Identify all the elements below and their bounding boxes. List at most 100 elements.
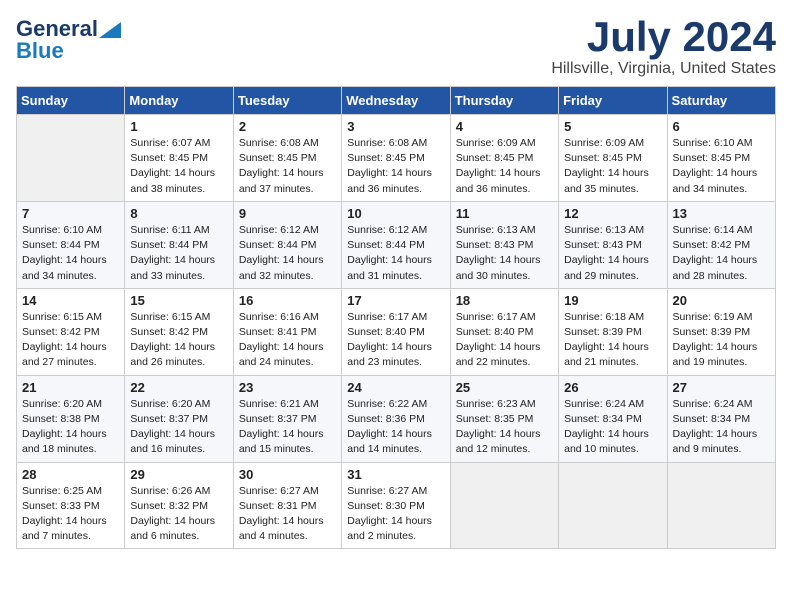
sunrise-label: Sunrise: 6:19 AM xyxy=(673,311,753,323)
day-number: 6 xyxy=(673,119,770,134)
calendar-cell: 1Sunrise: 6:07 AMSunset: 8:45 PMDaylight… xyxy=(125,115,233,202)
day-info: Sunrise: 6:20 AMSunset: 8:38 PMDaylight:… xyxy=(22,397,119,458)
day-number: 5 xyxy=(564,119,661,134)
sunrise-label: Sunrise: 6:25 AM xyxy=(22,485,102,497)
day-info: Sunrise: 6:10 AMSunset: 8:45 PMDaylight:… xyxy=(673,136,770,197)
day-info: Sunrise: 6:10 AMSunset: 8:44 PMDaylight:… xyxy=(22,223,119,284)
calendar-cell: 10Sunrise: 6:12 AMSunset: 8:44 PMDayligh… xyxy=(342,201,450,288)
daylight-minutes: and 10 minutes. xyxy=(564,443,639,455)
day-number: 8 xyxy=(130,206,227,221)
sunrise-label: Sunrise: 6:21 AM xyxy=(239,398,319,410)
sunset-label: Sunset: 8:44 PM xyxy=(347,239,425,251)
day-number: 2 xyxy=(239,119,336,134)
day-info: Sunrise: 6:20 AMSunset: 8:37 PMDaylight:… xyxy=(130,397,227,458)
sunset-label: Sunset: 8:44 PM xyxy=(130,239,208,251)
sunset-label: Sunset: 8:45 PM xyxy=(673,152,751,164)
calendar-cell xyxy=(667,462,775,549)
daylight-label: Daylight: 14 hours xyxy=(239,428,324,440)
daylight-label: Daylight: 14 hours xyxy=(239,341,324,353)
calendar-cell xyxy=(559,462,667,549)
day-info: Sunrise: 6:13 AMSunset: 8:43 PMDaylight:… xyxy=(456,223,553,284)
daylight-label: Daylight: 14 hours xyxy=(130,341,215,353)
day-info: Sunrise: 6:09 AMSunset: 8:45 PMDaylight:… xyxy=(564,136,661,197)
sunset-label: Sunset: 8:42 PM xyxy=(673,239,751,251)
day-info: Sunrise: 6:16 AMSunset: 8:41 PMDaylight:… xyxy=(239,310,336,371)
sunset-label: Sunset: 8:38 PM xyxy=(22,413,100,425)
title-area: July 2024 Hillsville, Virginia, United S… xyxy=(551,16,776,78)
daylight-label: Daylight: 14 hours xyxy=(239,167,324,179)
daylight-minutes: and 19 minutes. xyxy=(673,356,748,368)
daylight-minutes: and 34 minutes. xyxy=(673,183,748,195)
calendar-cell: 25Sunrise: 6:23 AMSunset: 8:35 PMDayligh… xyxy=(450,375,558,462)
daylight-label: Daylight: 14 hours xyxy=(22,428,107,440)
calendar-week-row: 21Sunrise: 6:20 AMSunset: 8:38 PMDayligh… xyxy=(17,375,776,462)
sunset-label: Sunset: 8:31 PM xyxy=(239,500,317,512)
column-header-thursday: Thursday xyxy=(450,87,558,115)
calendar-table: SundayMondayTuesdayWednesdayThursdayFrid… xyxy=(16,86,776,549)
daylight-minutes: and 12 minutes. xyxy=(456,443,531,455)
calendar-cell: 12Sunrise: 6:13 AMSunset: 8:43 PMDayligh… xyxy=(559,201,667,288)
calendar-cell: 20Sunrise: 6:19 AMSunset: 8:39 PMDayligh… xyxy=(667,288,775,375)
sunset-label: Sunset: 8:34 PM xyxy=(564,413,642,425)
sunrise-label: Sunrise: 6:18 AM xyxy=(564,311,644,323)
calendar-cell: 4 Sunrise: 6:09 AMSunset: 8:45 PMDaylight… xyxy=(450,115,558,202)
calendar-cell: 28Sunrise: 6:25 AMSunset: 8:33 PMDayligh… xyxy=(17,462,125,549)
day-info: Sunrise: 6:24 AMSunset: 8:34 PMDaylight:… xyxy=(673,397,770,458)
calendar-cell: 24Sunrise: 6:22 AMSunset: 8:36 PMDayligh… xyxy=(342,375,450,462)
column-header-monday: Monday xyxy=(125,87,233,115)
day-info: Sunrise: 6:27 AMSunset: 8:30 PMDaylight:… xyxy=(347,484,444,545)
day-number: 21 xyxy=(22,380,119,395)
day-info: Sunrise: 6:21 AMSunset: 8:37 PMDaylight:… xyxy=(239,397,336,458)
sunrise-label: Sunrise: 6:14 AM xyxy=(673,224,753,236)
calendar-cell: 14Sunrise: 6:15 AMSunset: 8:42 PMDayligh… xyxy=(17,288,125,375)
sunset-label: Sunset: 8:35 PM xyxy=(456,413,534,425)
day-number: 12 xyxy=(564,206,661,221)
sunrise-label: Sunrise: 6:27 AM xyxy=(239,485,319,497)
page-header: General Blue July 2024 Hillsville, Virgi… xyxy=(16,16,776,78)
sunrise-label: Sunrise: 6:17 AM xyxy=(456,311,536,323)
day-number: 15 xyxy=(130,293,227,308)
sunset-label: Sunset: 8:40 PM xyxy=(347,326,425,338)
daylight-label: Daylight: 14 hours xyxy=(673,254,758,266)
daylight-minutes: and 36 minutes. xyxy=(347,183,422,195)
daylight-label: Daylight: 14 hours xyxy=(347,428,432,440)
sunrise-label: Sunrise: 6:13 AM xyxy=(564,224,644,236)
sunset-label: Sunset: 8:36 PM xyxy=(347,413,425,425)
sunrise-label: Sunrise: 6:20 AM xyxy=(130,398,210,410)
daylight-label: Daylight: 14 hours xyxy=(673,341,758,353)
daylight-minutes: and 35 minutes. xyxy=(564,183,639,195)
daylight-label: Daylight: 14 hours xyxy=(239,515,324,527)
daylight-minutes: and 24 minutes. xyxy=(239,356,314,368)
day-info: Sunrise: 6:09 AMSunset: 8:45 PMDaylight:… xyxy=(456,136,553,197)
day-info: Sunrise: 6:22 AMSunset: 8:36 PMDaylight:… xyxy=(347,397,444,458)
day-info: Sunrise: 6:17 AMSunset: 8:40 PMDaylight:… xyxy=(347,310,444,371)
day-info: Sunrise: 6:27 AM Sunset: 8:31 PM Daylight:… xyxy=(239,484,336,545)
sunset-label: Sunset: 8:42 PM xyxy=(130,326,208,338)
day-info: Sunrise: 6:25 AMSunset: 8:33 PMDaylight:… xyxy=(22,484,119,545)
calendar-cell: 23Sunrise: 6:21 AMSunset: 8:37 PMDayligh… xyxy=(233,375,341,462)
day-number: 7 xyxy=(22,206,119,221)
daylight-label: Daylight: 14 hours xyxy=(347,167,432,179)
column-header-sunday: Sunday xyxy=(17,87,125,115)
day-number: 4 xyxy=(456,119,553,134)
day-info: Sunrise: 6:15 AMSunset: 8:42 PMDaylight:… xyxy=(130,310,227,371)
day-info: Sunrise: 6:12 AMSunset: 8:44 PMDaylight:… xyxy=(347,223,444,284)
calendar-cell xyxy=(450,462,558,549)
sunset-label: Sunset: 8:42 PM xyxy=(22,326,100,338)
calendar-cell: 3Sunrise: 6:08 AMSunset: 8:45 PMDaylight… xyxy=(342,115,450,202)
day-number: 29 xyxy=(130,467,227,482)
day-number: 1 xyxy=(130,119,227,134)
sunrise-label: Sunrise: 6:15 AM xyxy=(22,311,102,323)
calendar-week-row: 14Sunrise: 6:15 AMSunset: 8:42 PMDayligh… xyxy=(17,288,776,375)
sunrise-label: Sunrise: 6:17 AM xyxy=(347,311,427,323)
sunset-label: Sunset: 8:43 PM xyxy=(456,239,534,251)
day-number: 18 xyxy=(456,293,553,308)
day-info: Sunrise: 6:24 AMSunset: 8:34 PMDaylight:… xyxy=(564,397,661,458)
sunset-label: Sunset: 8:37 PM xyxy=(130,413,208,425)
daylight-minutes: and 27 minutes. xyxy=(22,356,97,368)
daylight-minutes: and 32 minutes. xyxy=(239,270,314,282)
calendar-cell: 9Sunrise: 6:12 AMSunset: 8:44 PMDaylight… xyxy=(233,201,341,288)
sunset-label: Sunset: 8:45 PM xyxy=(239,152,317,164)
day-number: 3 xyxy=(347,119,444,134)
sunset-label: Sunset: 8:43 PM xyxy=(564,239,642,251)
